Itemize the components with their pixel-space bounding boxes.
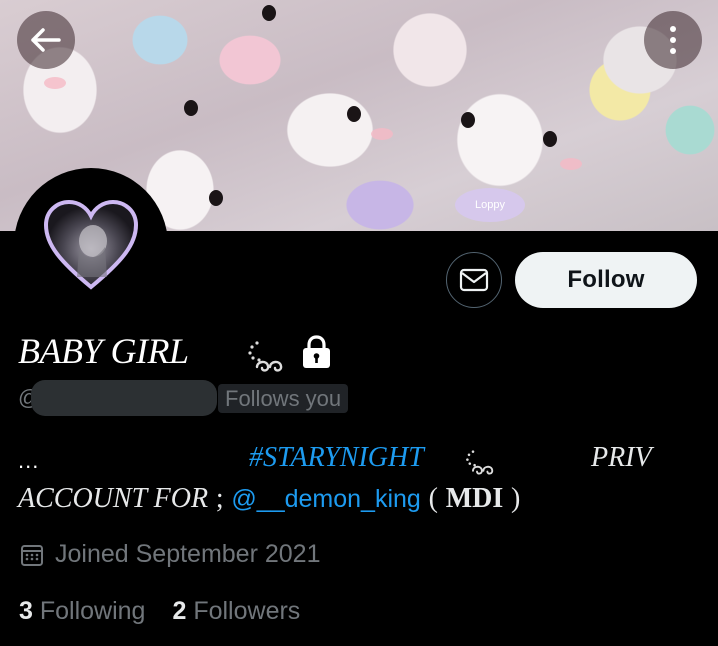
following-count: 3 <box>19 597 33 625</box>
banner-detail <box>347 106 361 122</box>
bio-hashtag-link[interactable]: #STARYNIGHT <box>249 442 424 474</box>
calendar-icon <box>21 544 43 566</box>
banner-detail <box>371 128 393 140</box>
joined-text: Joined September 2021 <box>55 540 321 568</box>
followers-label: Followers <box>193 597 301 625</box>
heart-avatar-image <box>43 199 139 290</box>
swirl-emoji-icon <box>248 341 283 372</box>
envelope-icon <box>459 268 489 292</box>
redacted-handle <box>31 380 217 416</box>
banner-detail <box>543 131 557 147</box>
bio-second-line: ACCOUNT FOR ; @__demon_king ( MDI ) <box>18 482 520 515</box>
banner-detail <box>44 77 66 89</box>
lock-icon <box>303 335 330 368</box>
profile-stats: 3 Following 2 Followers <box>19 597 300 626</box>
following-label: Following <box>39 597 146 625</box>
banner-detail <box>184 100 198 116</box>
banner-detail <box>560 158 582 170</box>
banner-detail <box>262 5 276 21</box>
more-vertical-icon <box>670 26 676 54</box>
bio-account-for: ACCOUNT FOR <box>18 483 209 514</box>
bio-paren-close: ) <box>511 483 521 514</box>
follow-button[interactable]: Follow <box>515 252 697 308</box>
more-options-button[interactable] <box>644 11 702 69</box>
banner-detail <box>461 112 475 128</box>
followers-count: 2 <box>172 597 187 625</box>
display-name: BABY GIRL <box>18 331 189 371</box>
swirl-emoji-icon <box>466 450 494 475</box>
followers-link[interactable]: 2 Followers <box>172 597 300 626</box>
banner-detail <box>209 190 223 206</box>
bio-paren-open: ( <box>428 483 438 514</box>
arrow-left-icon <box>31 28 61 52</box>
following-link[interactable]: 3 Following <box>19 597 145 626</box>
bio-mention-link[interactable]: @__demon_king <box>231 485 420 513</box>
joined-date: Joined September 2021 <box>20 540 320 569</box>
bio-ellipsis: ... <box>18 448 40 473</box>
back-button[interactable] <box>17 11 75 69</box>
bio-priv-text: PRIV <box>591 442 652 473</box>
bio-mdi: MDI <box>445 483 504 514</box>
banner-tag: Loppy <box>455 188 525 222</box>
message-button[interactable] <box>446 252 502 308</box>
follows-you-badge: Follows you <box>218 384 349 413</box>
bio-semicolon: ; <box>215 483 224 514</box>
avatar[interactable] <box>14 168 168 322</box>
